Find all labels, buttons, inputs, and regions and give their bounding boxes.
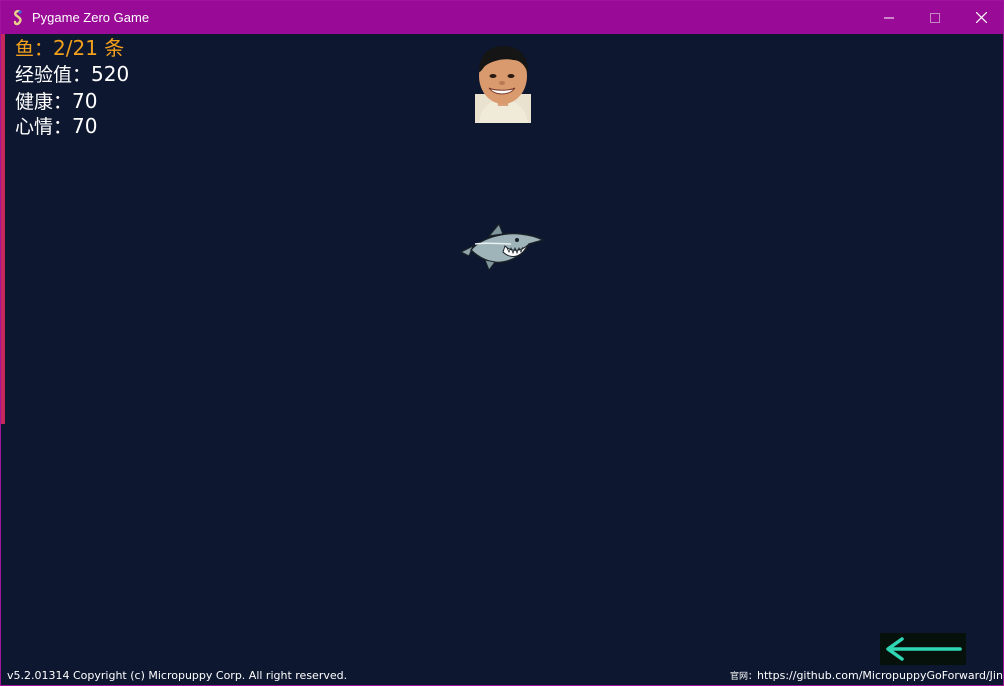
fish-count-stat: 鱼：2/21 条 bbox=[15, 36, 124, 61]
version-copyright: v5.2.01314 Copyright (c) Micropuppy Corp… bbox=[7, 669, 348, 682]
fish-label: 鱼： bbox=[15, 38, 54, 60]
left-accent-bar bbox=[1, 34, 5, 424]
website-label: 官网： bbox=[730, 672, 758, 682]
maximize-icon bbox=[930, 12, 940, 23]
experience-stat: 经验值：520 bbox=[15, 62, 129, 87]
minimize-button[interactable] bbox=[866, 1, 912, 34]
maximize-button[interactable] bbox=[912, 1, 958, 34]
health-stat: 健康：70 bbox=[15, 89, 97, 114]
fish-value: 2/21 条 bbox=[53, 36, 125, 60]
mood-stat: 心情：70 bbox=[15, 114, 97, 139]
pygame-snake-icon bbox=[13, 10, 22, 26]
avatar-face bbox=[475, 46, 531, 123]
experience-label: 经验值： bbox=[15, 64, 92, 86]
close-button[interactable] bbox=[958, 1, 1004, 34]
health-label: 健康： bbox=[15, 91, 73, 113]
website-link[interactable]: 官网：https://github.com/MicropuppyGoForwar… bbox=[730, 669, 1003, 682]
mood-value: 70 bbox=[72, 114, 98, 138]
experience-value: 520 bbox=[91, 62, 130, 86]
game-window: Pygame Zero Game 鱼：2/21 条 经验值：520 健康：70 … bbox=[0, 0, 1004, 686]
back-arrow-icon bbox=[886, 637, 962, 661]
shark-sprite bbox=[459, 222, 545, 272]
window-title: Pygame Zero Game bbox=[32, 10, 150, 25]
mood-label: 心情： bbox=[15, 116, 73, 138]
health-value: 70 bbox=[72, 89, 98, 113]
minimize-icon bbox=[884, 17, 894, 18]
game-canvas[interactable]: 鱼：2/21 条 经验值：520 健康：70 心情：70 v5.2.01314 … bbox=[1, 34, 1003, 685]
website-url[interactable]: https://github.com/MicropuppyGoForward/J… bbox=[757, 669, 1003, 682]
title-bar[interactable]: Pygame Zero Game bbox=[1, 1, 1003, 34]
back-button[interactable] bbox=[880, 633, 966, 665]
close-icon bbox=[975, 12, 987, 23]
